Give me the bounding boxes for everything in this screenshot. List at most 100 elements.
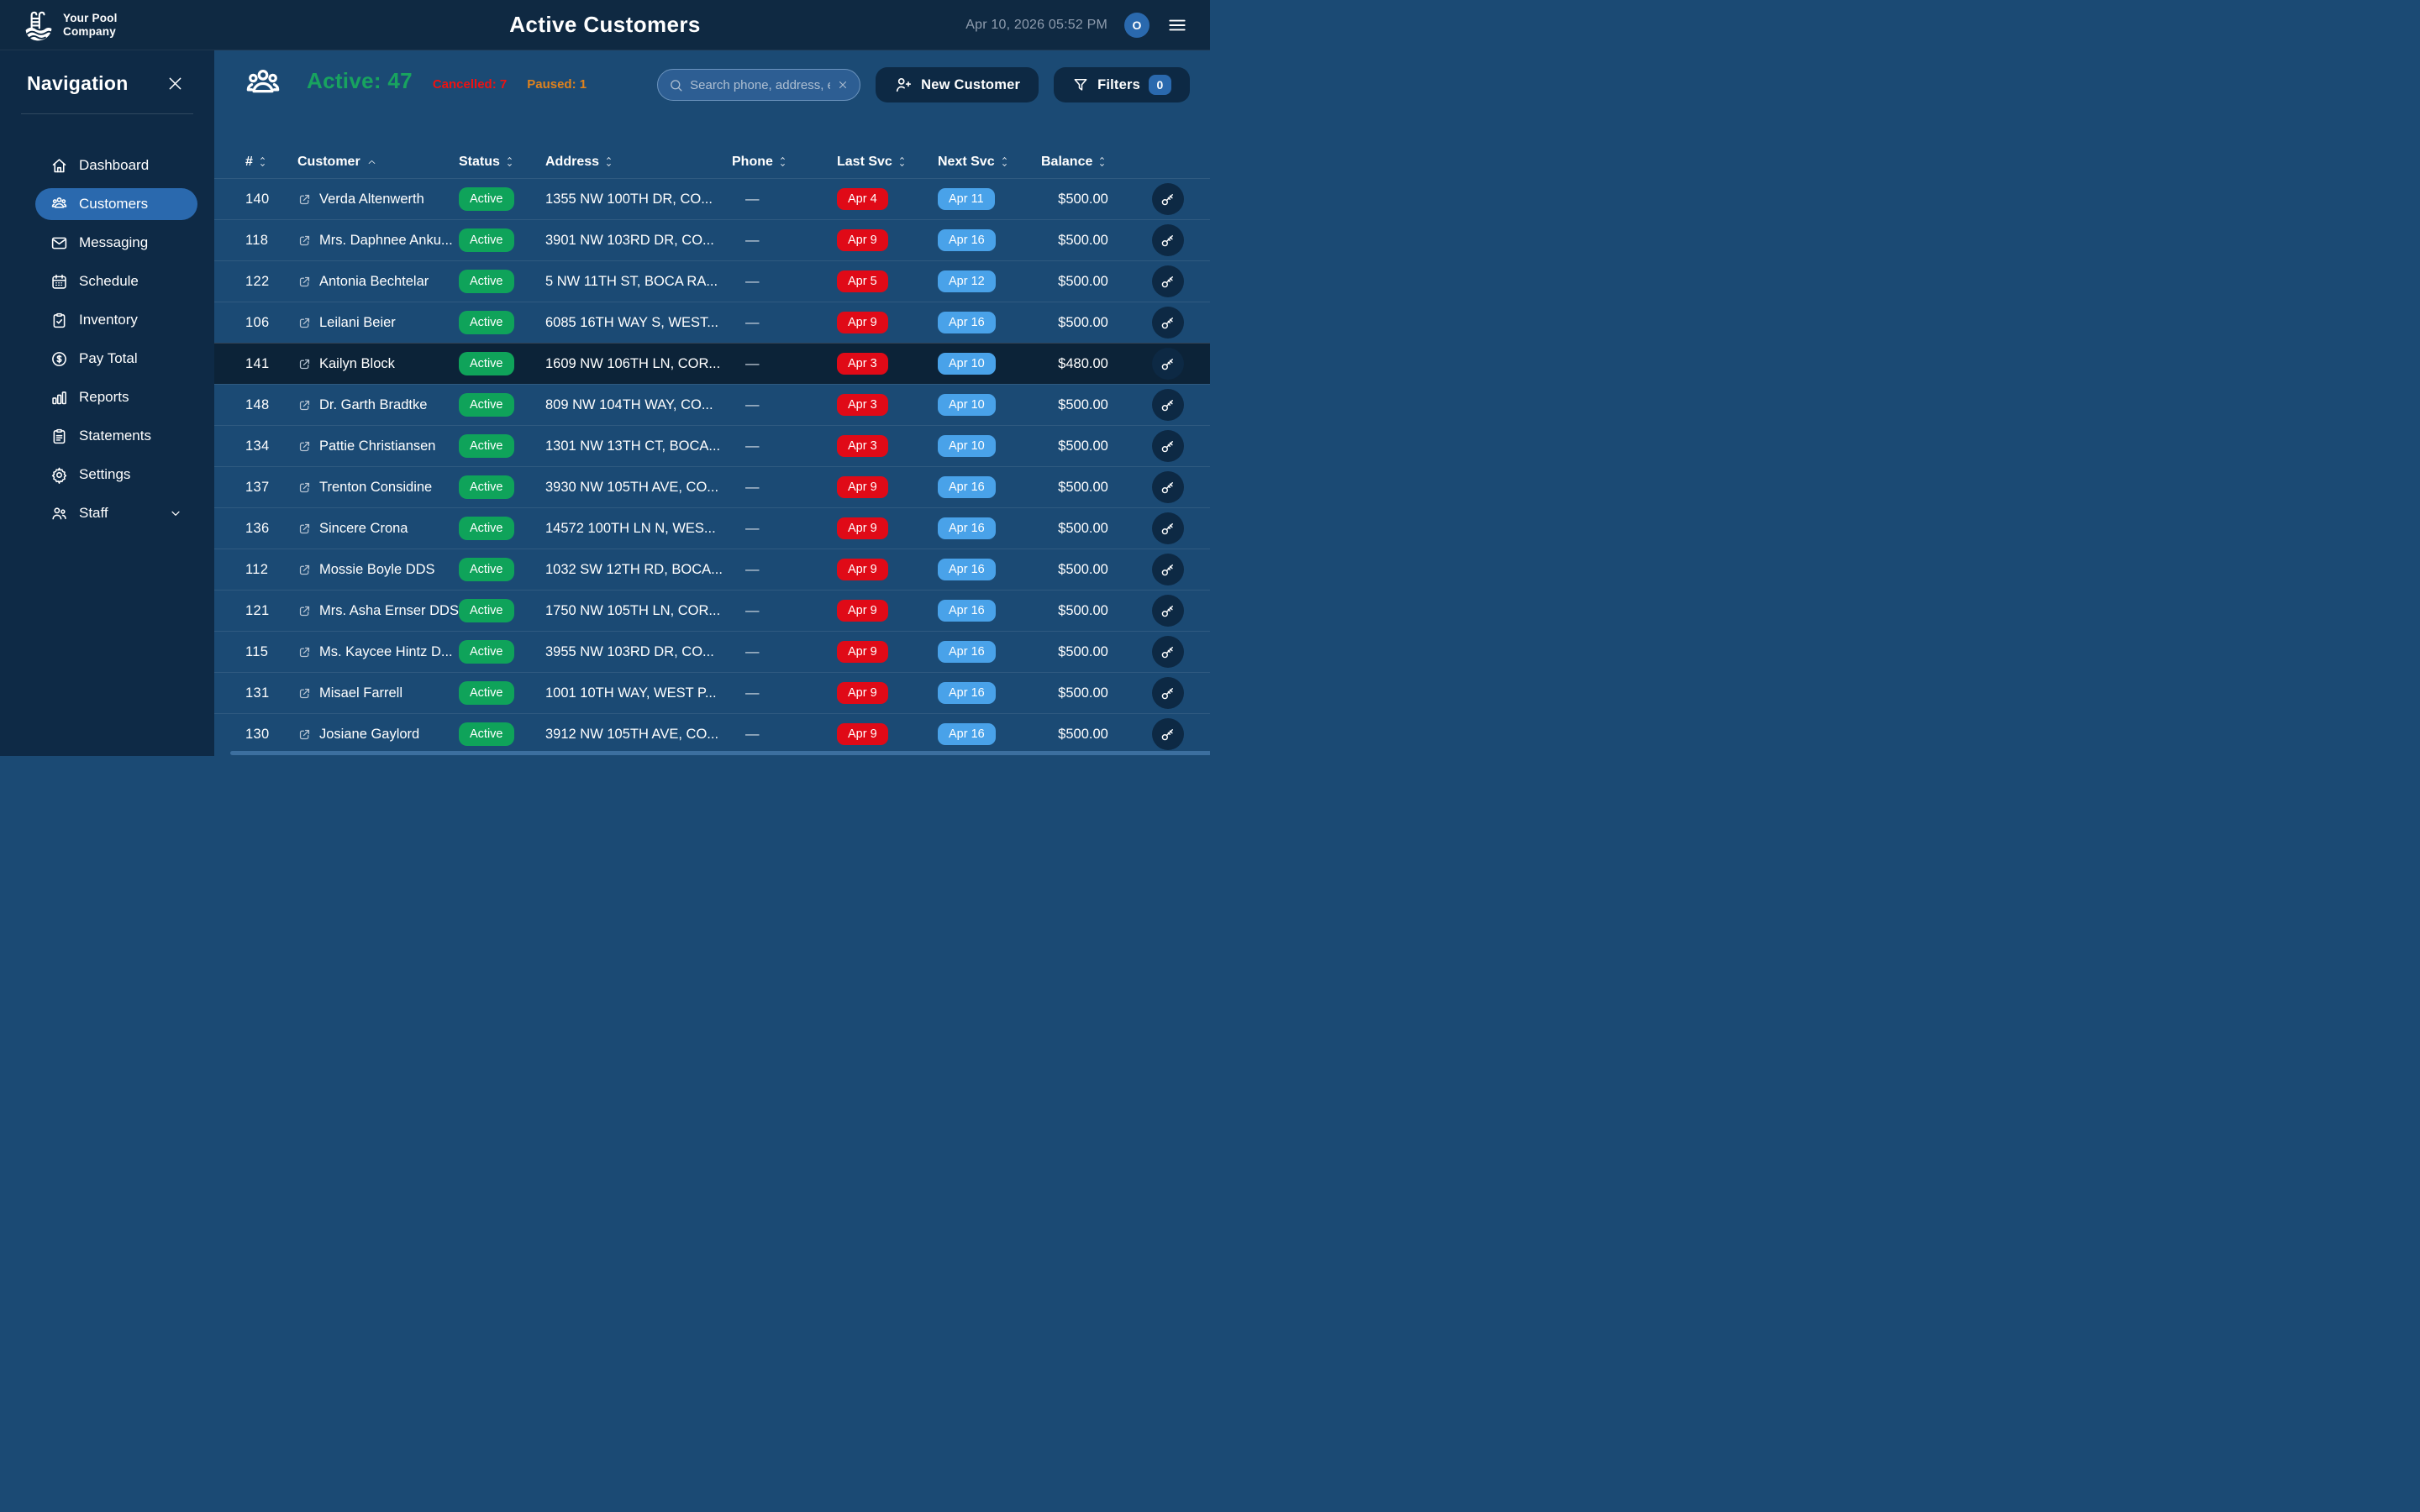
column-header-address[interactable]: Address [545,155,732,170]
customer-name[interactable]: Kailyn Block [319,356,395,372]
column-header-status[interactable]: Status [459,155,545,170]
customer-name[interactable]: Mrs. Asha Ernser DDS [319,603,459,619]
customer-name[interactable]: Josiane Gaylord [319,727,419,743]
sidebar-item-reports[interactable]: Reports [35,381,197,413]
key-button[interactable] [1152,307,1184,339]
key-button[interactable] [1152,430,1184,462]
external-link-icon[interactable] [297,727,312,742]
key-button[interactable] [1152,718,1184,750]
customer-address-link[interactable]: 5 NW 11TH ST, BOCA RA... [545,274,718,290]
sidebar-item-dashboard[interactable]: Dashboard [35,150,197,181]
customer-address-link[interactable]: 1355 NW 100TH DR, CO... [545,192,713,207]
last-service-badge: Apr 9 [837,723,888,745]
customer-address-link[interactable]: 3901 NW 103RD DR, CO... [545,233,714,249]
external-link-icon[interactable] [297,398,312,412]
customer-name[interactable]: Verda Altenwerth [319,192,424,207]
customer-address-link[interactable]: 3955 NW 103RD DR, CO... [545,644,714,660]
table-row[interactable]: 106Leilani BeierActive6085 16TH WAY S, W… [214,302,1210,343]
key-button[interactable] [1152,512,1184,544]
sidebar-item-customers[interactable]: Customers [35,188,197,220]
table-row[interactable]: 137Trenton ConsidineActive3930 NW 105TH … [214,466,1210,507]
column-header-next-svc[interactable]: Next Svc [938,155,1041,170]
table-row[interactable]: 122Antonia BechtelarActive5 NW 11TH ST, … [214,260,1210,302]
customer-name[interactable]: Misael Farrell [319,685,402,701]
external-link-icon[interactable] [297,480,312,495]
filters-button[interactable]: Filters 0 [1054,67,1190,102]
table-row[interactable]: 148Dr. Garth BradtkeActive809 NW 104TH W… [214,384,1210,425]
customer-address-link[interactable]: 14572 100TH LN N, WES... [545,521,716,537]
external-link-icon[interactable] [297,316,312,330]
new-customer-button[interactable]: New Customer [876,67,1039,102]
external-link-icon[interactable] [297,439,312,454]
key-button[interactable] [1152,183,1184,215]
customer-address-link[interactable]: 1609 NW 106TH LN, COR... [545,356,720,372]
next-service-badge: Apr 16 [938,723,996,745]
key-button[interactable] [1152,224,1184,256]
horizontal-scrollbar[interactable] [230,751,1210,755]
table-row[interactable]: 131Misael FarrellActive1001 10TH WAY, WE… [214,672,1210,713]
table-row[interactable]: 140Verda AltenwerthActive1355 NW 100TH D… [214,178,1210,219]
column-header-num[interactable]: # [245,155,297,170]
customer-address-link[interactable]: 3930 NW 105TH AVE, CO... [545,480,718,496]
table-row[interactable]: 130Josiane GaylordActive3912 NW 105TH AV… [214,713,1210,754]
sidebar-item-schedule[interactable]: Schedule [35,265,197,297]
sidebar-item-pay-total[interactable]: Pay Total [35,343,197,375]
customer-name[interactable]: Ms. Kaycee Hintz D... [319,644,453,660]
key-button[interactable] [1152,636,1184,668]
table-row[interactable]: 115Ms. Kaycee Hintz D...Active3955 NW 10… [214,631,1210,672]
external-link-icon[interactable] [297,604,312,618]
search-input[interactable] [690,78,830,92]
key-button[interactable] [1152,348,1184,380]
external-link-icon[interactable] [297,357,312,371]
customer-address-link[interactable]: 1750 NW 105TH LN, COR... [545,603,720,619]
column-header-phone[interactable]: Phone [732,155,837,170]
external-link-icon[interactable] [297,563,312,577]
column-header-balance[interactable]: Balance [1041,155,1125,170]
customer-address-link[interactable]: 809 NW 104TH WAY, CO... [545,397,713,413]
key-button[interactable] [1152,389,1184,421]
table-row[interactable]: 112Mossie Boyle DDSActive1032 SW 12TH RD… [214,549,1210,590]
customer-address-link[interactable]: 1301 NW 13TH CT, BOCA... [545,438,720,454]
key-button[interactable] [1152,554,1184,585]
customer-name[interactable]: Dr. Garth Bradtke [319,397,427,413]
table-row[interactable]: 136Sincere CronaActive14572 100TH LN N, … [214,507,1210,549]
customer-address-link[interactable]: 6085 16TH WAY S, WEST... [545,315,718,331]
customer-name[interactable]: Sincere Crona [319,521,408,537]
sidebar-title: Navigation [27,72,129,95]
sidebar-item-statements[interactable]: Statements [35,420,197,452]
table-row[interactable]: 118Mrs. Daphnee Anku...Active3901 NW 103… [214,219,1210,260]
external-link-icon[interactable] [297,645,312,659]
close-icon[interactable] [166,75,184,92]
key-button[interactable] [1152,471,1184,503]
customer-name[interactable]: Pattie Christiansen [319,438,436,454]
external-link-icon[interactable] [297,192,312,207]
table-row[interactable]: 121Mrs. Asha Ernser DDSActive1750 NW 105… [214,590,1210,631]
customer-name[interactable]: Antonia Bechtelar [319,274,429,290]
sidebar-item-settings[interactable]: Settings [35,459,197,491]
clear-search-icon[interactable] [837,79,849,91]
avatar[interactable]: O [1124,13,1150,38]
external-link-icon[interactable] [297,686,312,701]
external-link-icon[interactable] [297,275,312,289]
sidebar-item-staff[interactable]: Staff [35,497,197,529]
table-row[interactable]: 134Pattie ChristiansenActive1301 NW 13TH… [214,425,1210,466]
column-header-customer[interactable]: Customer [297,155,459,170]
customer-name[interactable]: Mossie Boyle DDS [319,562,435,578]
hamburger-menu-icon[interactable] [1166,14,1188,36]
key-button[interactable] [1152,265,1184,297]
key-button[interactable] [1152,595,1184,627]
key-button[interactable] [1152,677,1184,709]
sidebar-item-inventory[interactable]: Inventory [35,304,197,336]
external-link-icon[interactable] [297,522,312,536]
table-row[interactable]: 141Kailyn BlockActive1609 NW 106TH LN, C… [214,343,1210,384]
customer-name[interactable]: Mrs. Daphnee Anku... [319,233,453,249]
customer-address-link[interactable]: 1001 10TH WAY, WEST P... [545,685,717,701]
column-header-last-svc[interactable]: Last Svc [837,155,938,170]
customer-name[interactable]: Trenton Considine [319,480,432,496]
key-icon [1160,521,1176,537]
customer-address-link[interactable]: 3912 NW 105TH AVE, CO... [545,727,718,743]
customer-name[interactable]: Leilani Beier [319,315,396,331]
customer-address-link[interactable]: 1032 SW 12TH RD, BOCA... [545,562,723,578]
sidebar-item-messaging[interactable]: Messaging [35,227,197,259]
external-link-icon[interactable] [297,234,312,248]
